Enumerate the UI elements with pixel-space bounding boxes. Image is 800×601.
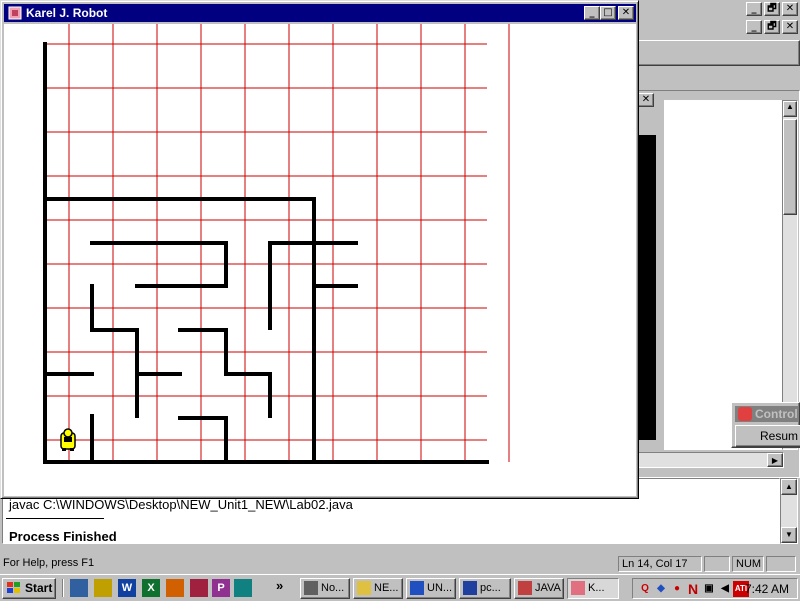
control-window-title: Control: [735, 406, 799, 422]
word-icon: [410, 581, 424, 595]
tray-norton-icon[interactable]: N: [685, 581, 701, 597]
scroll-thumb[interactable]: [783, 119, 797, 215]
status-num: NUM: [732, 556, 764, 572]
tray-shield-icon[interactable]: ◆: [653, 581, 669, 597]
taskbar-divider: [62, 579, 64, 597]
task-label: NE...: [374, 582, 399, 594]
karel-icon: [571, 581, 585, 595]
karel-world-grid: [43, 0, 510, 464]
karel-window-title: Karel J. Robot: [26, 6, 108, 20]
task-label: pc...: [480, 582, 501, 594]
task-label: JAVA: [535, 582, 561, 594]
ide-toolbar: [638, 40, 800, 66]
task-button-karel-active[interactable]: K...: [567, 578, 619, 599]
quicklaunch-excel-icon[interactable]: X: [142, 579, 160, 597]
system-tray: Q ◆ ● N ▣ ◀ ATI 7:42 AM: [632, 578, 798, 599]
karel-minimize-button[interactable]: _: [584, 6, 600, 20]
control-title-text: Control: [755, 407, 798, 421]
quicklaunch-powerpoint-icon[interactable]: [166, 579, 184, 597]
ide-child-close-button[interactable]: ✕: [782, 20, 798, 34]
resume-button[interactable]: Resum: [735, 425, 800, 447]
karel-window[interactable]: Karel J. Robot _ □ ✕: [0, 0, 639, 499]
ide-dark-panel: [638, 135, 656, 440]
taskbar: Start W X P » No... NE... UN... pc... JA…: [0, 574, 800, 600]
ide-child-minimize-button[interactable]: _: [746, 20, 762, 34]
control-window: Control Resum: [731, 402, 800, 448]
task-label: UN...: [427, 582, 453, 594]
karel-app-icon: [7, 5, 23, 21]
karel-maximize-button[interactable]: □: [600, 6, 616, 20]
pc-icon: [463, 581, 477, 595]
quicklaunch-desktop-icon[interactable]: [70, 579, 88, 597]
status-position: Ln 14, Col 17: [618, 556, 702, 572]
task-button-notepad[interactable]: No...: [300, 578, 350, 599]
task-button-folder[interactable]: NE...: [353, 578, 403, 599]
windows-logo-icon: [6, 581, 22, 595]
karel-close-button[interactable]: ✕: [618, 6, 634, 20]
tray-monitor-icon[interactable]: ▣: [701, 581, 717, 597]
status-bar: For Help, press F1 Ln 14, Col 17 NUM: [0, 554, 800, 574]
scroll-up-arrow-icon[interactable]: ▲: [781, 479, 797, 495]
start-label: Start: [25, 581, 53, 595]
scroll-right-arrow-icon[interactable]: ▶: [767, 453, 783, 467]
quicklaunch-more-chevron-icon[interactable]: »: [276, 578, 283, 593]
scroll-down-arrow-icon[interactable]: ▼: [781, 527, 797, 543]
tray-antivirus-icon[interactable]: ●: [669, 581, 685, 597]
task-label: No...: [321, 582, 345, 594]
status-cell-empty: [766, 556, 796, 572]
ide-child-restore-button[interactable]: 🗗: [764, 20, 780, 34]
task-button-java[interactable]: JAVA: [514, 578, 564, 599]
scroll-up-arrow-icon[interactable]: ▲: [783, 101, 797, 117]
start-button[interactable]: Start: [2, 578, 56, 599]
karel-robot-icon: [60, 428, 76, 451]
ide-editor-scrollbar[interactable]: ▲: [782, 100, 798, 450]
ide-editor-hscrollbar[interactable]: ▶: [638, 452, 784, 468]
output-compile-line: javac C:\WINDOWS\Desktop\NEW_Unit1_NEW\L…: [9, 497, 353, 512]
output-scrollbar[interactable]: ▲ ▼: [780, 478, 798, 544]
ide-inner-close-button[interactable]: ✕: [638, 93, 654, 107]
ide-editor-area[interactable]: [664, 100, 784, 450]
ide-minimize-button[interactable]: _: [746, 2, 762, 16]
karel-world-canvas: [4, 0, 636, 496]
quicklaunch-paint-icon[interactable]: [190, 579, 208, 597]
notepad-icon: [304, 581, 318, 595]
task-button-pc[interactable]: pc...: [459, 578, 511, 599]
task-button-word[interactable]: UN...: [406, 578, 456, 599]
resume-button-label: Resum: [760, 429, 799, 443]
tray-search-icon[interactable]: Q: [637, 581, 653, 597]
karel-title-bar[interactable]: Karel J. Robot _ □ ✕: [4, 4, 636, 22]
task-label: K...: [588, 582, 605, 594]
tray-clock: 7:42 AM: [745, 582, 790, 596]
quicklaunch-publisher-icon[interactable]: P: [212, 579, 230, 597]
quicklaunch-network-icon[interactable]: [94, 579, 112, 597]
ide-restore-button[interactable]: 🗗: [764, 2, 780, 16]
quicklaunch-frontpage-icon[interactable]: [234, 579, 252, 597]
status-help-text: For Help, press F1: [3, 557, 95, 569]
tray-speaker-icon[interactable]: ◀: [717, 581, 733, 597]
ide-close-button[interactable]: ✕: [782, 2, 798, 16]
java-icon: [518, 581, 532, 595]
folder-icon: [357, 581, 371, 595]
status-cell-empty: [704, 556, 730, 572]
output-separator: [6, 518, 104, 519]
output-status-line: Process Finished: [9, 529, 117, 544]
karel-app-icon: [738, 407, 752, 421]
quicklaunch-word-icon[interactable]: W: [118, 579, 136, 597]
